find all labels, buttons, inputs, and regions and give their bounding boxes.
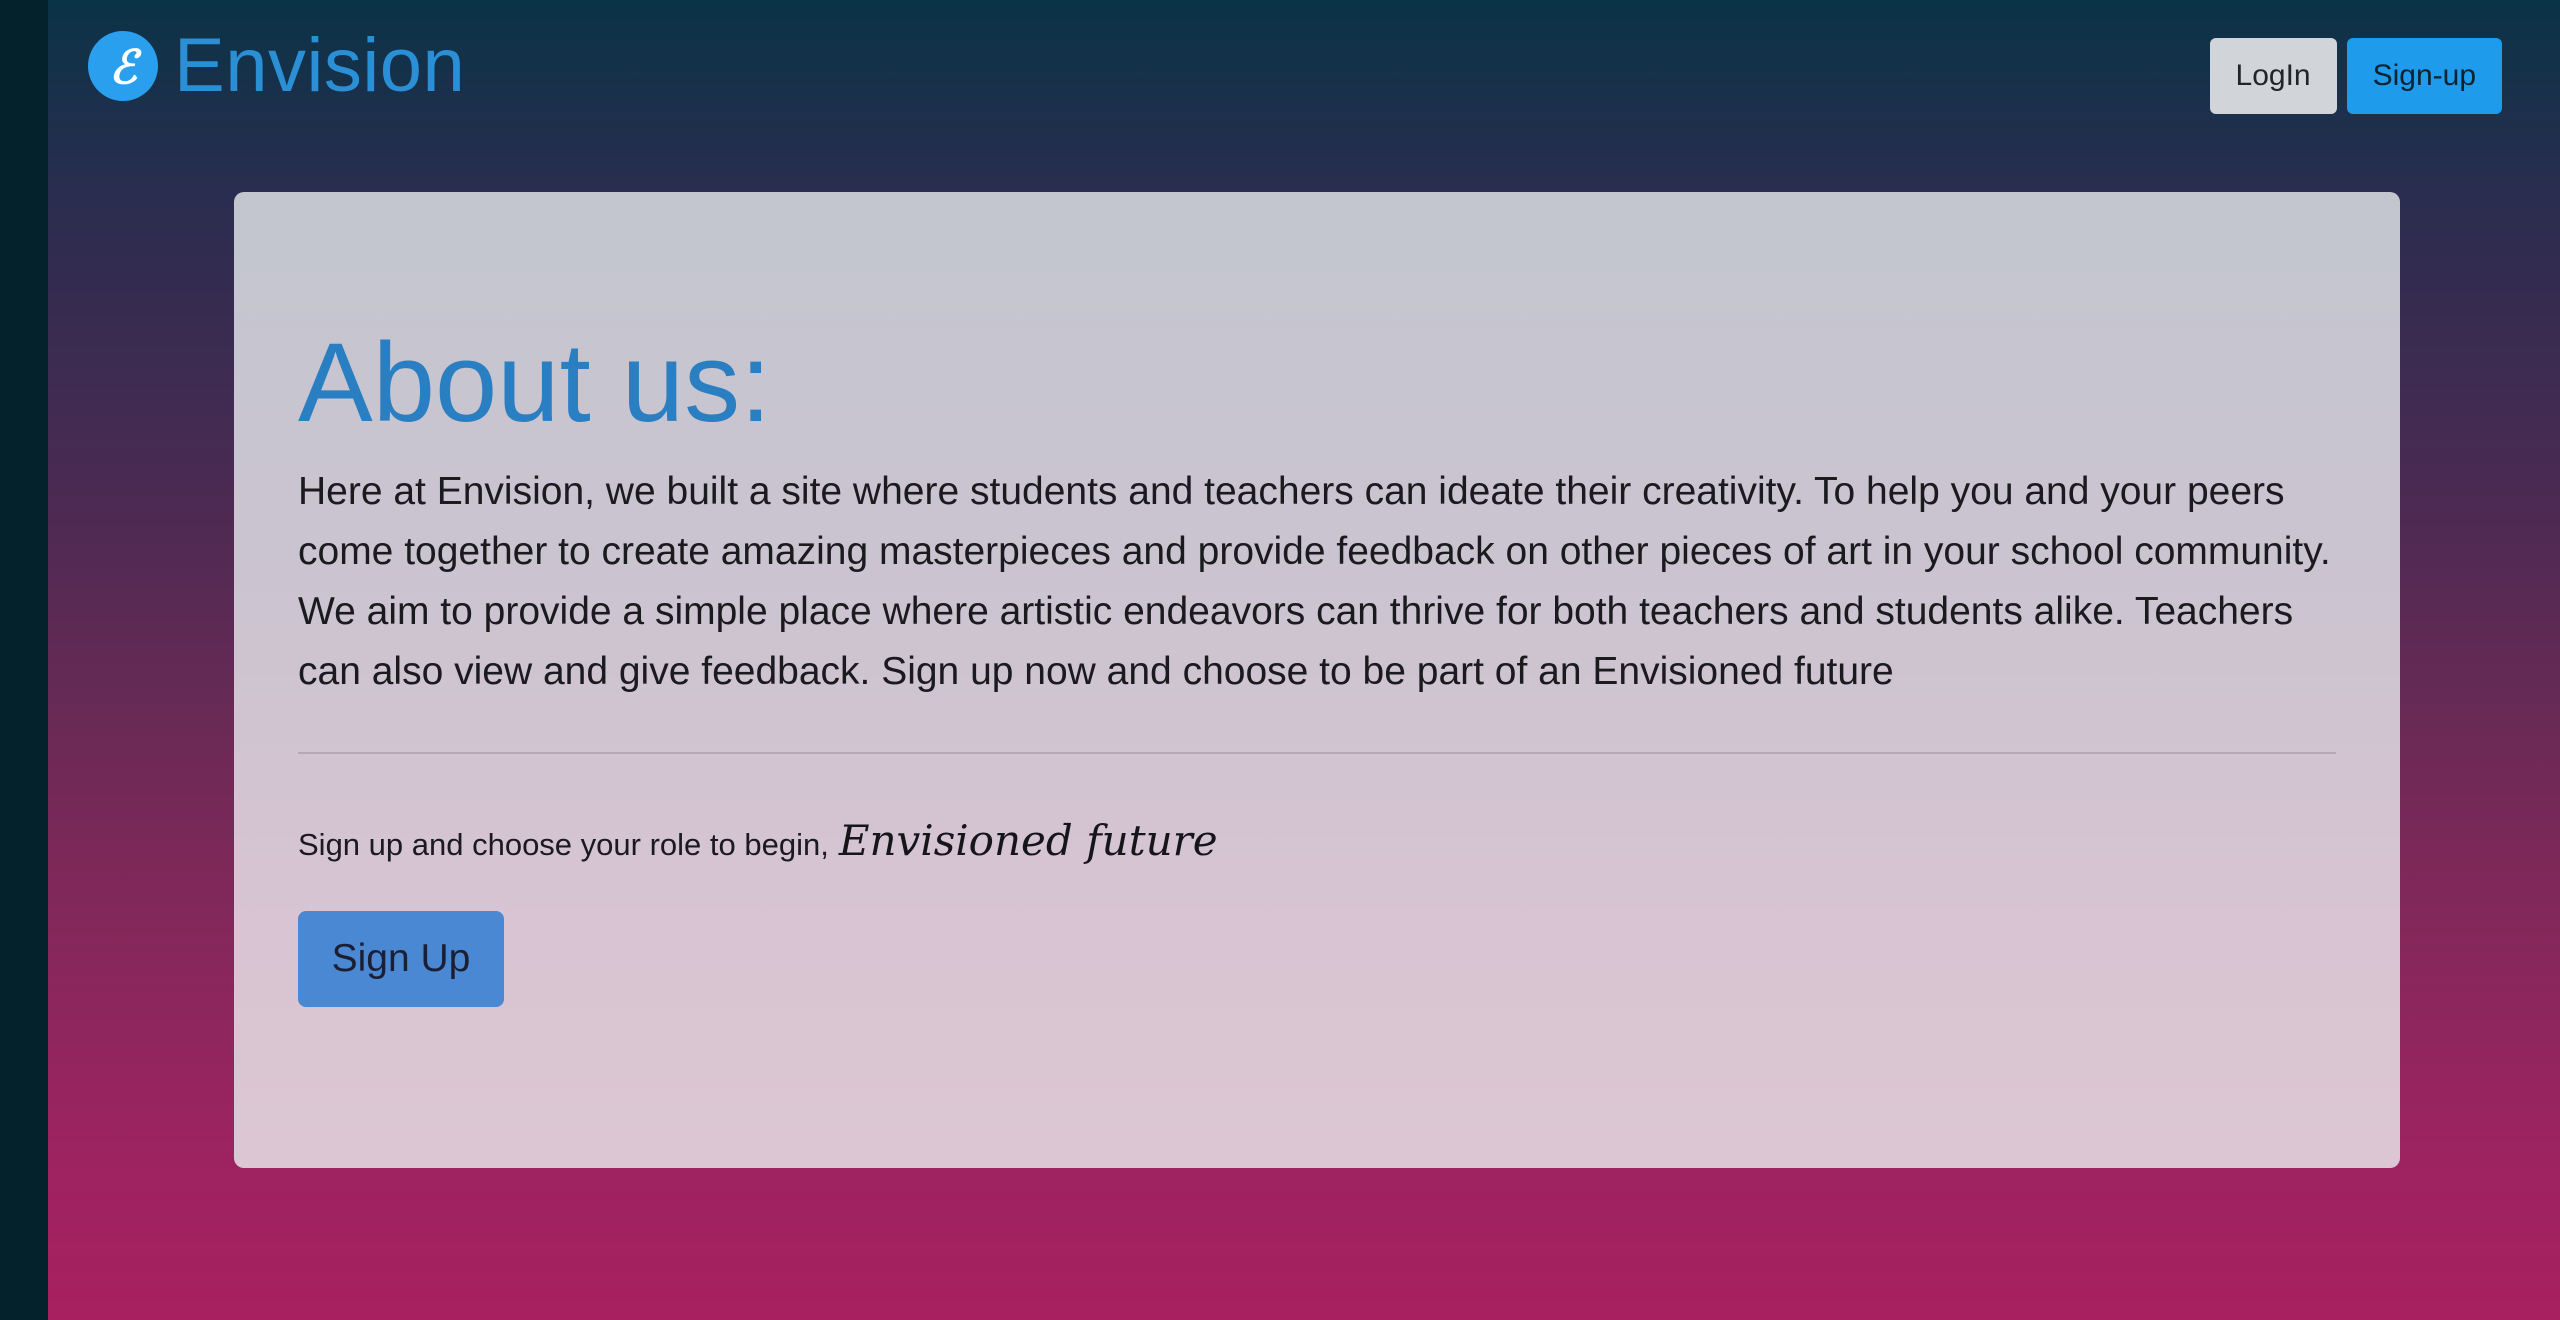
nav-actions: LogIn Sign-up (2209, 38, 2502, 114)
login-button[interactable]: LogIn (2209, 38, 2337, 114)
section-divider (298, 751, 2336, 754)
about-description: Here at Envision, we built a site where … (298, 469, 2331, 693)
signup-prompt-text: Sign up and choose your role to begin, (298, 826, 829, 862)
about-title: About us: (298, 320, 772, 445)
navbar: ℰ Envision LogIn Sign-up (48, 0, 2560, 140)
signup-prompt: Sign up and choose your role to begin, E… (298, 816, 2336, 865)
envisioned-future-script: Envisioned future (838, 815, 1218, 865)
brand-link[interactable]: ℰ Envision (88, 28, 465, 104)
about-card: About us: Here at Envision, we built a s… (234, 192, 2400, 1168)
brand-name: Envision (174, 23, 466, 108)
signup-nav-button[interactable]: Sign-up (2346, 38, 2502, 114)
left-edge-strip (0, 0, 48, 1320)
svg-text:ℰ: ℰ (109, 40, 142, 94)
envision-e-logo-icon: ℰ (88, 31, 158, 101)
signup-cta-button[interactable]: Sign Up (298, 910, 504, 1007)
